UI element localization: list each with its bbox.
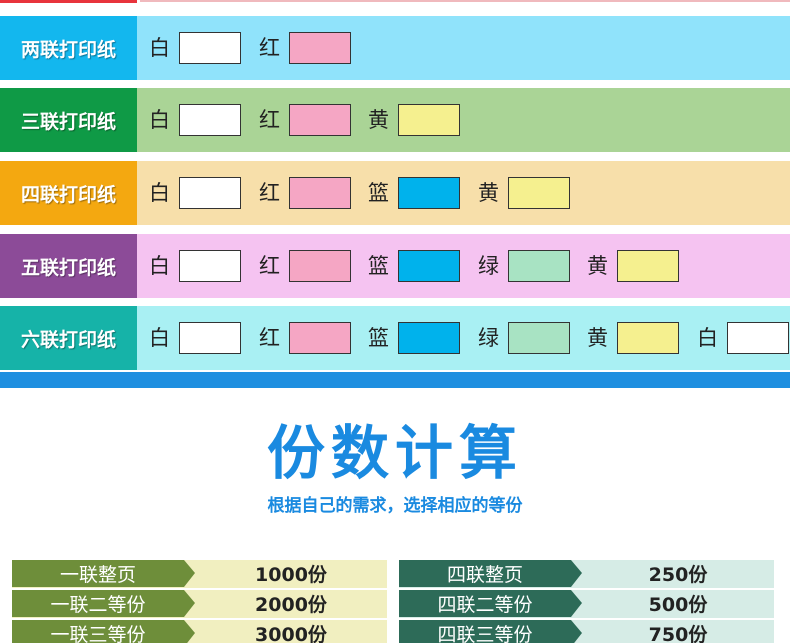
paper-row-label: 五联打印纸 [0, 234, 137, 298]
quantity-row-value: 500份 [648, 594, 708, 616]
color-swatch [289, 322, 351, 354]
arrow-icon [571, 560, 582, 587]
color-swatch [617, 250, 679, 282]
color-name: 红 [259, 326, 280, 350]
color-swatch [289, 177, 351, 209]
color-name: 白 [149, 181, 170, 205]
paper-row-label: 四联打印纸 [0, 161, 137, 225]
paper-row: 三联打印纸白 红 黄 [0, 88, 790, 152]
paper-row-label: 两联打印纸 [0, 16, 137, 80]
color-swatch [289, 104, 351, 136]
paper-row-label: 三联打印纸 [0, 88, 137, 152]
quantity-row: 一联三等份 3000份 [12, 620, 387, 643]
arrow-icon [571, 620, 582, 643]
paper-row-colors: 白红篮绿黄白 [139, 306, 790, 370]
quantity-row: 四联三等份 750份 [399, 620, 774, 643]
color-swatch [398, 322, 460, 354]
paper-row: 四联打印纸白 红 篮 黄 [0, 161, 790, 225]
color-name: 白 [149, 108, 170, 132]
section-subtitle: 根据自己的需求，选择相应的等份 [267, 496, 523, 516]
quantity-row-value: 2000份 [255, 594, 327, 616]
color-name: 篮 [368, 254, 389, 278]
paper-row-label: 六联打印纸 [0, 306, 137, 370]
paper-row-colors: 白红篮黄 [139, 161, 790, 225]
color-swatch [508, 322, 570, 354]
color-swatch [179, 104, 241, 136]
paper-row-colors: 白红黄 [139, 88, 790, 152]
arrow-icon [571, 590, 582, 617]
color-swatch [179, 177, 241, 209]
color-swatch [179, 250, 241, 282]
color-swatch [179, 32, 241, 64]
paper-row-colors: 白红 [139, 16, 790, 80]
quantity-row-value: 750份 [648, 624, 708, 643]
arrow-icon [184, 620, 195, 643]
paper-row-colors: 白红篮绿黄 [139, 234, 790, 298]
color-name: 白 [149, 36, 170, 60]
blue-divider-bar [0, 372, 790, 388]
color-swatch [508, 250, 570, 282]
section-title: 份数计算 [266, 419, 523, 487]
paper-row: 两联打印纸白红 [0, 16, 790, 80]
color-swatch [617, 322, 679, 354]
color-name: 黄 [587, 326, 608, 350]
quantity-table-left: 一联整页 1000份一联二等份 2000份一联三等份 3000份 [12, 560, 387, 643]
color-name: 黄 [368, 108, 389, 132]
paper-row: 五联打印纸白 红 篮 绿 黄 [0, 234, 790, 298]
color-name: 篮 [368, 181, 389, 205]
color-swatch [398, 250, 460, 282]
quantity-row: 一联二等份 2000份 [12, 590, 387, 618]
color-name: 白 [149, 254, 170, 278]
quantity-row: 四联二等份 500份 [399, 590, 774, 618]
color-name: 黄 [587, 254, 608, 278]
top-red-accent [0, 0, 137, 3]
color-swatch [289, 250, 351, 282]
quantity-row-label: 一联三等份 [12, 620, 184, 643]
color-name: 黄 [478, 181, 499, 205]
quantity-row-label: 一联二等份 [12, 590, 184, 617]
color-swatch [289, 32, 351, 64]
quantity-row-value: 250份 [648, 564, 708, 586]
quantity-row-value: 3000份 [255, 624, 327, 643]
color-name: 红 [259, 108, 280, 132]
color-name: 红 [259, 254, 280, 278]
color-name: 绿 [478, 254, 499, 278]
quantity-row: 四联整页 250份 [399, 560, 774, 588]
color-name: 篮 [368, 326, 389, 350]
arrow-icon [184, 590, 195, 617]
quantity-row-label: 四联二等份 [399, 590, 571, 617]
color-name: 白 [149, 326, 170, 350]
quantity-row-label: 四联整页 [399, 560, 571, 587]
quantity-row-label: 一联整页 [12, 560, 184, 587]
top-pink-line [140, 0, 790, 2]
top-strip [0, 0, 790, 5]
color-swatch [398, 177, 460, 209]
quantity-table-right: 四联整页 250份四联二等份 500份四联三等份 750份 [399, 560, 774, 643]
color-swatch [727, 322, 789, 354]
arrow-icon [184, 560, 195, 587]
quantity-row: 一联整页 1000份 [12, 560, 387, 588]
quantity-row-value: 1000份 [255, 564, 327, 586]
color-name: 红 [259, 36, 280, 60]
color-swatch [508, 177, 570, 209]
color-name: 白 [697, 326, 718, 350]
paper-row: 六联打印纸白红篮绿黄白 [0, 306, 790, 370]
color-name: 绿 [478, 326, 499, 350]
color-swatch [398, 104, 460, 136]
color-name: 红 [259, 181, 280, 205]
quantity-row-label: 四联三等份 [399, 620, 571, 643]
color-swatch [179, 322, 241, 354]
